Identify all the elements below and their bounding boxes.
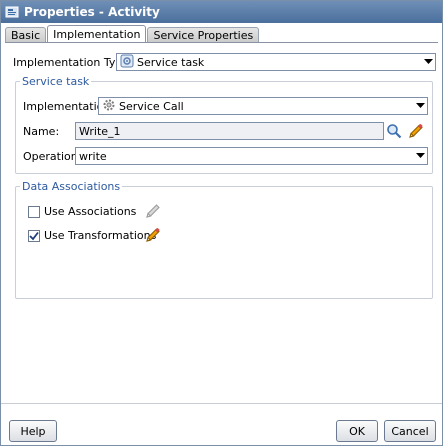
pencil-icon-disabled (145, 203, 161, 219)
ok-button[interactable]: OK (336, 420, 378, 442)
properties-app-icon (5, 5, 19, 19)
tab-basic[interactable]: Basic (5, 27, 47, 43)
service-task-icon (120, 54, 134, 71)
pencil-icon[interactable] (145, 227, 161, 243)
help-button[interactable]: Help (9, 420, 57, 442)
use-associations-row[interactable]: Use Associations (28, 205, 136, 218)
chevron-down-icon[interactable] (413, 98, 427, 114)
cancel-button[interactable]: Cancel (384, 420, 436, 442)
data-associations-group-title: Data Associations (20, 180, 123, 193)
name-field[interactable]: Write_1 (75, 122, 384, 140)
implementation-type-dropdown[interactable]: Service task (116, 53, 436, 71)
operation-label: Operation: (23, 150, 82, 163)
implementation-value: Service Call (119, 99, 184, 113)
implementation-type-label: Implementation Type: (13, 56, 133, 69)
use-associations-checkbox[interactable] (28, 205, 40, 218)
gear-icon (102, 98, 116, 115)
implementation-dropdown[interactable]: Service Call (98, 97, 428, 115)
chevron-down-icon[interactable] (413, 148, 427, 164)
data-associations-group: Data Associations (15, 180, 433, 299)
implementation-type-value: Service task (137, 55, 205, 69)
check-icon (29, 231, 39, 240)
pencil-icon[interactable] (408, 123, 424, 139)
use-transformations-label: Use Transformations (44, 229, 157, 242)
name-label: Name: (23, 125, 60, 138)
operation-dropdown[interactable]: write (75, 147, 428, 165)
properties-dialog: Properties - Activity Basic Implementati… (0, 0, 443, 446)
use-transformations-checkbox[interactable] (28, 229, 40, 242)
use-associations-label: Use Associations (44, 205, 137, 218)
title-bar[interactable]: Properties - Activity (1, 1, 442, 23)
dialog-footer: Help OK Cancel (1, 403, 442, 445)
chevron-down-icon[interactable] (421, 54, 435, 70)
implementation-panel: Implementation Type: Service task Servic… (1, 43, 442, 403)
tab-service-properties[interactable]: Service Properties (147, 27, 260, 43)
operation-value: write (79, 149, 107, 163)
window-title: Properties - Activity (24, 5, 160, 19)
service-task-group-title: Service task (20, 75, 92, 88)
search-icon[interactable] (386, 123, 402, 139)
tab-strip: Basic Implementation Service Properties (5, 25, 260, 43)
tab-implementation[interactable]: Implementation (47, 25, 147, 43)
use-transformations-row[interactable]: Use Transformations (28, 229, 156, 242)
